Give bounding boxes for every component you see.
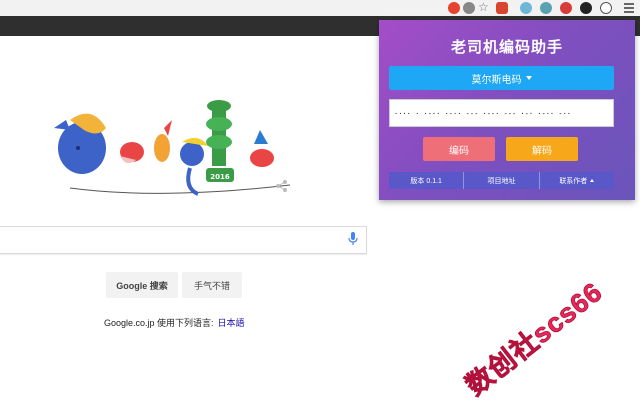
lucky-button[interactable]: 手气不错 [182,272,242,298]
project-label: 项目地址 [487,177,516,185]
language-link-japanese[interactable]: 日本語 [218,318,245,328]
version-label: 版本 0.1.1 [410,177,442,185]
browser-toolbar: ☆ [0,0,640,16]
search-input[interactable] [0,226,367,254]
contact-label: 联系作者 [559,177,588,185]
language-offer: Google.co.jp 使用下列语言: 日本語 [104,316,245,329]
star-icon[interactable]: ☆ [478,0,489,14]
google-search-button[interactable]: Google 搜索 [106,272,178,298]
menu-icon[interactable] [624,3,634,13]
extension-blue-icon[interactable] [520,2,532,14]
morse-text-area[interactable]: ···· · ·-·· ·-·· --- ·--· --- ·-· ·-·· -… [389,99,614,127]
share-icon[interactable] [276,180,288,192]
extension-red-icon[interactable] [448,2,460,14]
popup-title: 老司机编码助手 [450,39,563,56]
watermark: 数创社scs66 [460,276,609,402]
project-link[interactable]: 项目地址 [464,172,540,189]
extension-popup: 老司机编码助手 莫尔斯电码 ···· · ·-·· ·-·· --- ·--· … [379,20,635,200]
codec-dropdown[interactable]: 莫尔斯电码 [389,66,614,90]
popup-footer: 版本 0.1.1 项目地址 联系作者 [389,172,614,189]
extension-dark-icon[interactable] [580,2,592,14]
extension-teal-icon[interactable] [540,2,552,14]
encode-button[interactable]: 编码 [423,137,495,161]
extension-gray-icon[interactable] [463,2,475,14]
chevron-down-icon [525,76,532,80]
microphone-icon[interactable] [348,232,358,246]
morse-extension-icon[interactable] [600,2,612,14]
google-doodle[interactable]: 2016 [40,90,300,200]
svg-text:2016: 2016 [210,173,230,181]
chevron-up-icon [590,179,595,182]
shield-extension-icon[interactable] [496,2,508,14]
codec-selected-label: 莫尔斯电码 [471,74,522,86]
contact-author-dropdown[interactable]: 联系作者 [540,172,614,189]
extension-santa-icon[interactable] [560,2,572,14]
decode-button[interactable]: 解码 [506,137,578,161]
version-link[interactable]: 版本 0.1.1 [389,172,465,189]
language-prefix: Google.co.jp 使用下列语言: [104,318,214,328]
